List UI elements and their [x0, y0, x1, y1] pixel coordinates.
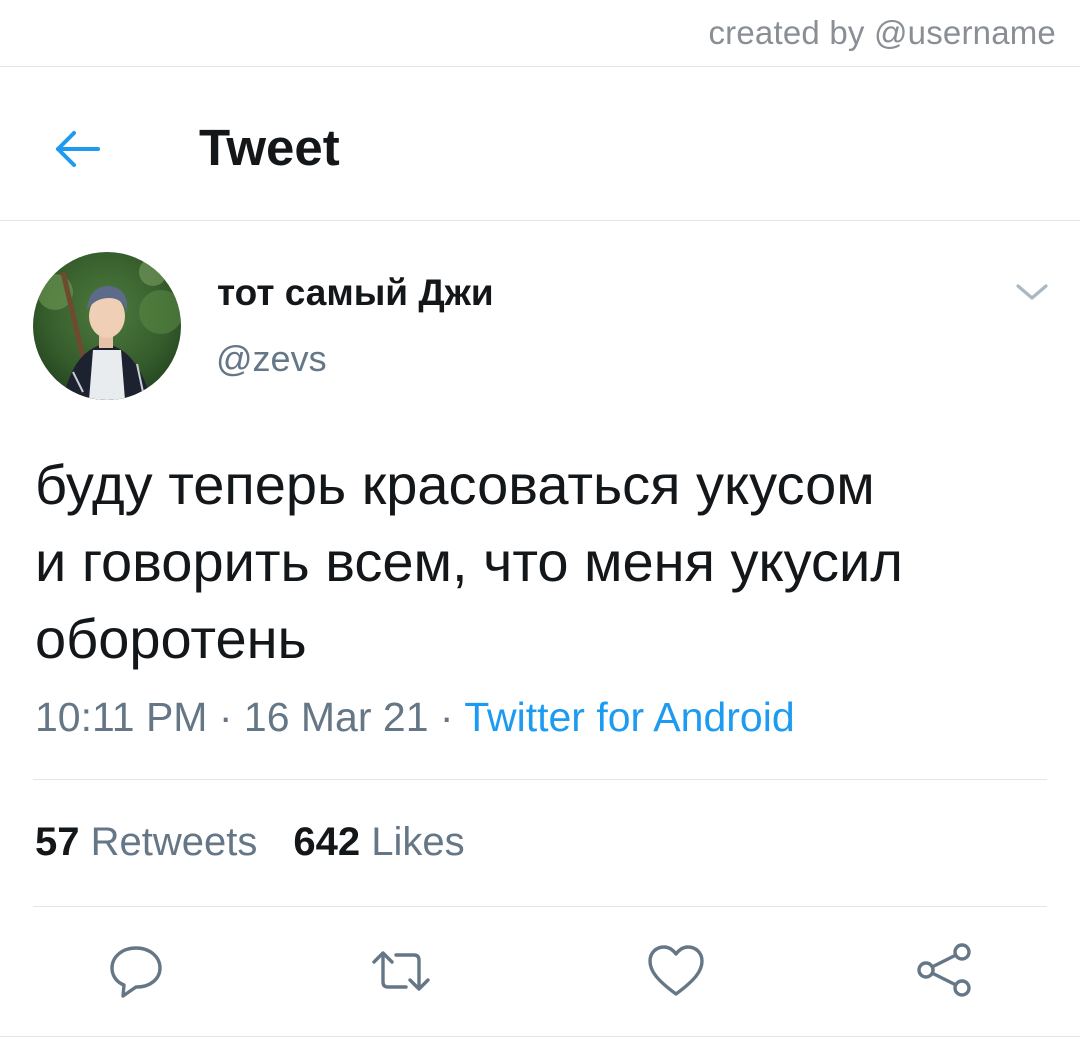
share-icon [917, 943, 971, 997]
meta-divider [33, 779, 1047, 780]
meta-separator: · [207, 694, 244, 740]
bottom-divider [0, 1036, 1080, 1037]
watermark-text: created by @username [708, 14, 1056, 51]
tweet-date: 16 Mar 21 [243, 694, 429, 740]
like-button[interactable] [643, 938, 709, 1004]
retweets-count: 57 [35, 820, 80, 864]
avatar-photo [33, 252, 181, 400]
tweet-menu-button[interactable] [1014, 278, 1050, 306]
retweet-icon [372, 951, 430, 991]
tweet-meta: 10:11 PM · 16 Mar 21 · Twitter for Andro… [35, 694, 795, 741]
chevron-down-icon [1016, 284, 1048, 300]
tweet-text-line: оборотень [35, 607, 307, 670]
author-handle[interactable]: @zevs [216, 338, 327, 380]
retweets-stat[interactable]: 57 Retweets [35, 820, 257, 864]
likes-stat[interactable]: 642 Likes [293, 820, 464, 864]
like-icon [648, 945, 704, 996]
likes-count: 642 [293, 820, 361, 864]
likes-label: Likes [371, 820, 465, 864]
tweet-stats: 57 Retweets 642 Likes [35, 820, 465, 865]
header-divider [0, 220, 1080, 221]
top-divider [0, 66, 1080, 67]
reply-button[interactable] [103, 938, 169, 1004]
share-button[interactable] [910, 938, 976, 1004]
author-display-name[interactable]: тот самый Джи [217, 272, 494, 314]
back-button[interactable] [50, 122, 104, 176]
meta-separator: · [428, 694, 465, 740]
arrow-left-icon [56, 131, 100, 167]
tweet-text-line: буду теперь красоваться укусом [35, 453, 875, 516]
tweet-text-line: и говорить всем, что меня укусил [35, 530, 903, 593]
retweets-label: Retweets [90, 820, 258, 864]
tweet-source-link[interactable]: Twitter for Android [464, 694, 794, 740]
stats-divider [33, 906, 1047, 907]
tweet-time: 10:11 PM [35, 694, 208, 740]
reply-icon [110, 946, 162, 998]
retweet-button[interactable] [368, 938, 434, 1004]
avatar[interactable] [33, 252, 181, 400]
page-title: Tweet [199, 119, 340, 176]
tweet-text: буду теперь красоваться укусом и говорит… [35, 446, 1045, 677]
